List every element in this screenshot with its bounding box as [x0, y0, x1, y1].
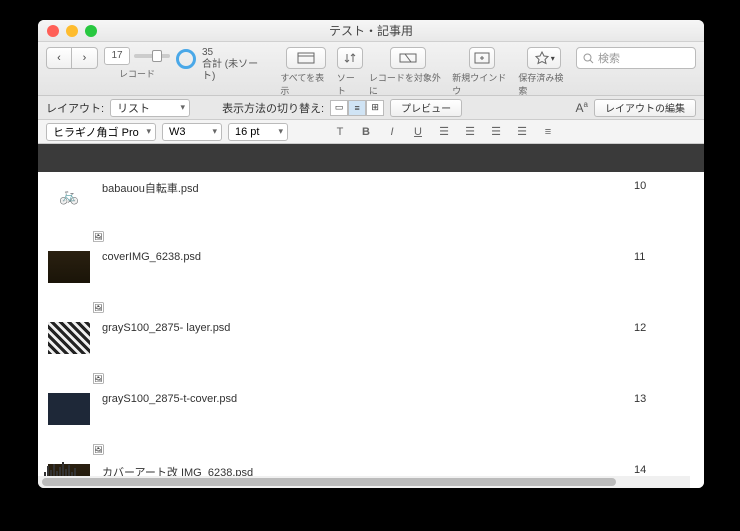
omit-icon [398, 52, 418, 64]
file-name: babauou自転車.psd [102, 180, 634, 196]
record-list[interactable]: 🚲babauou自転車.psd10🖼coverIMG_6238.psd11🖼gr… [38, 172, 704, 488]
align-right-button[interactable]: ☰ [486, 123, 506, 141]
align-justify-button[interactable]: ☰ [512, 123, 532, 141]
star-icon [534, 51, 550, 65]
search-field[interactable]: 検索 [576, 47, 696, 69]
table-row[interactable]: coverIMG_6238.psd11 🖼 [38, 243, 704, 314]
omit-button[interactable] [390, 47, 426, 69]
view-list-button[interactable]: ≡ [348, 100, 366, 116]
image-icon: 🖼 [92, 232, 704, 243]
bold-button[interactable]: B [356, 123, 376, 141]
record-label: レコード [119, 67, 155, 80]
weight-select[interactable]: W3 [162, 123, 222, 141]
app-window: テスト・記事用 ‹ › 17 レコード 35 合計 (未ソート) [38, 20, 704, 488]
prev-record-button[interactable]: ‹ [46, 47, 72, 69]
image-icon: 🖼 [92, 303, 704, 314]
search-icon [583, 53, 594, 64]
table-row[interactable]: grayS100_2875- layer.psd12 🖼 [38, 314, 704, 385]
record-slider[interactable]: 17 [104, 47, 170, 65]
color-button[interactable]: T [330, 123, 350, 141]
align-center-button[interactable]: ☰ [460, 123, 480, 141]
table-row[interactable]: 🚲 babauou自転車.psd10 🖼 [38, 172, 704, 243]
new-window-icon [474, 52, 490, 64]
layout-select[interactable]: リスト [110, 99, 190, 117]
image-icon: 🖼 [92, 374, 704, 385]
record-number-field[interactable]: 17 [104, 47, 130, 65]
underline-button[interactable]: U [408, 123, 428, 141]
show-all-icon [297, 52, 315, 64]
horizontal-scrollbar[interactable] [38, 476, 690, 488]
italic-button[interactable]: I [382, 123, 402, 141]
view-table-button[interactable]: ⊞ [366, 100, 384, 116]
next-record-button[interactable]: › [72, 47, 98, 69]
size-select[interactable]: 16 pt [228, 123, 288, 141]
preview-button[interactable]: プレビュー [390, 99, 462, 117]
file-number: 10 [634, 180, 694, 196]
file-number: 11 [634, 251, 694, 263]
font-select[interactable]: ヒラギノ角ゴ Pro [46, 123, 156, 141]
table-row[interactable]: grayS100_2875-t-cover.psd13 🖼 [38, 385, 704, 456]
file-name: coverIMG_6238.psd [102, 251, 634, 263]
show-all-button[interactable] [286, 47, 326, 69]
saved-search-button[interactable]: ▾ [527, 47, 561, 69]
header-band [38, 144, 704, 172]
align-left-button[interactable]: ☰ [434, 123, 454, 141]
viewswitch-label: 表示方法の切り替え: [222, 100, 324, 116]
aa-icon[interactable]: Aa [576, 100, 588, 115]
record-count: 35 合計 (未ソート) [202, 47, 268, 83]
file-name: grayS100_2875-t-cover.psd [102, 393, 634, 405]
thumbnail [48, 393, 90, 425]
sort-button[interactable] [337, 47, 363, 69]
linespacing-button[interactable]: ≡ [538, 123, 558, 141]
pie-progress-icon [176, 49, 196, 69]
main-toolbar: ‹ › 17 レコード 35 合計 (未ソート) すべてを表示 [38, 42, 704, 96]
layout-label: レイアウト: [46, 100, 104, 116]
window-title: テスト・記事用 [38, 22, 704, 39]
file-number: 12 [634, 322, 694, 334]
new-window-button[interactable] [469, 47, 495, 69]
file-number: 13 [634, 393, 694, 405]
image-icon: 🖼 [92, 445, 704, 456]
thumbnail [48, 322, 90, 354]
thumbnail [48, 251, 90, 283]
thumbnail: 🚲 [48, 180, 90, 212]
view-form-button[interactable]: ▭ [330, 100, 348, 116]
file-name: grayS100_2875- layer.psd [102, 322, 634, 334]
format-bar: ヒラギノ角ゴ Pro W3 16 pt T B I U ☰ ☰ ☰ ☰ ≡ [38, 120, 704, 144]
edit-layout-button[interactable]: レイアウトの編集 [594, 99, 696, 117]
layout-bar: レイアウト: リスト 表示方法の切り替え: ▭ ≡ ⊞ プレビュー Aa レイア… [38, 96, 704, 120]
footer-graphic [38, 460, 98, 476]
sort-icon [343, 52, 357, 64]
titlebar: テスト・記事用 [38, 20, 704, 42]
